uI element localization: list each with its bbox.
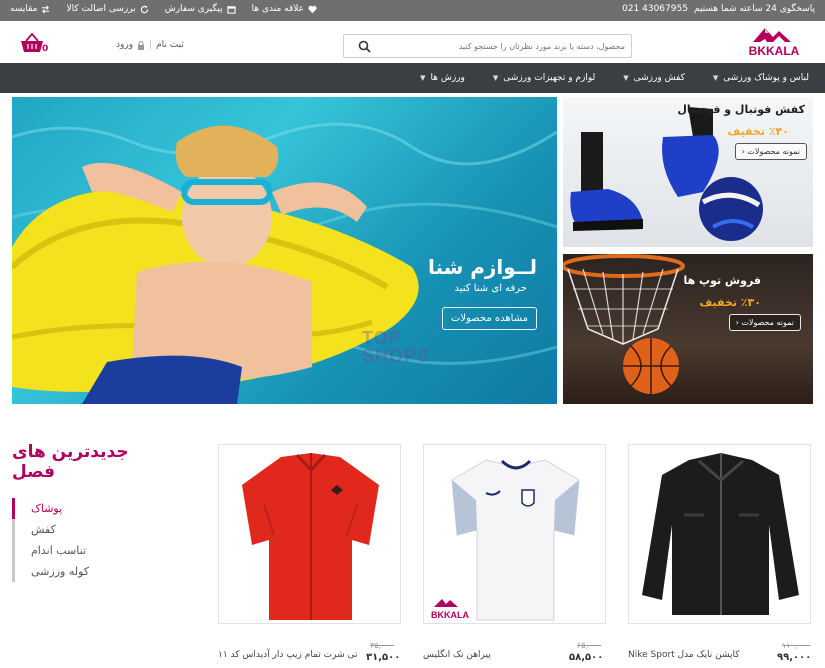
banner-watermark: TOP SHOPS xyxy=(362,328,431,366)
nav-label: لوازم و تجهیزات ورزشی xyxy=(503,73,596,83)
category-item-shoes[interactable]: کفش xyxy=(15,519,112,540)
product-old-price: ۳۵,۰۰۰ xyxy=(370,641,395,650)
cart-count: 0 xyxy=(42,44,49,54)
category-item-backpack[interactable]: کوله ورزشی xyxy=(15,561,112,582)
top-links: علاقه مندی ها پیگیری سفارش بررسی اصالت ک… xyxy=(10,4,317,14)
watermark-logo: BKKALA xyxy=(431,599,469,620)
swim-banner-subtitle: حرفه ای شنا کنید xyxy=(454,283,527,294)
cart-button[interactable]: 0 xyxy=(20,32,50,57)
wishlist-link[interactable]: علاقه مندی ها xyxy=(252,4,317,14)
nav-item-shoes[interactable]: کفش ورزشی ▼ xyxy=(623,63,685,93)
compare-link[interactable]: مقایسه xyxy=(10,4,50,14)
register-link[interactable]: ثبت نام xyxy=(156,40,184,50)
jacket-image xyxy=(642,453,799,615)
view-products-button[interactable]: مشاهده محصولات xyxy=(441,307,537,330)
product-name[interactable]: کاپشن نایک مدل Nike Sport xyxy=(628,650,740,660)
svg-text:BKKALA: BKKALA xyxy=(431,610,469,620)
product-price: ۳۱,۵۰۰ xyxy=(366,652,401,663)
nav-label: لباس و پوشاک ورزشی xyxy=(723,73,809,83)
support-phone: 021 43067955 xyxy=(622,4,688,14)
site-logo[interactable]: BKKALA xyxy=(743,24,805,58)
calendar-icon xyxy=(227,5,236,14)
refresh-icon xyxy=(140,4,148,13)
nav-item-sports[interactable]: ورزش ها ▼ xyxy=(420,63,465,93)
track-order-link[interactable]: پیگیری سفارش xyxy=(165,4,236,14)
category-item-apparel[interactable]: پوشاک xyxy=(12,498,112,519)
balls-banner-discount: ٪۳۰ تخفیف xyxy=(699,296,761,309)
support-text: پاسخگوی 24 ساعته شما هستیم xyxy=(693,4,815,14)
product-name[interactable]: تی شرت تمام زیپ دار آدیداس کد ۱۱ xyxy=(218,650,357,660)
swim-banner-title: لــوازم شنا xyxy=(427,255,537,279)
caret-down-icon: ▼ xyxy=(420,74,426,82)
authenticity-link[interactable]: بررسی اصالت کالا xyxy=(66,4,148,14)
site-header: BKKALA ثبت نام | ورود 0 xyxy=(0,21,825,63)
category-item-fitness[interactable]: تناسب اندام xyxy=(15,540,112,561)
product-price: ۹۹,۰۰۰ xyxy=(777,652,812,663)
basket-icon xyxy=(21,32,43,52)
balls-sample-button[interactable]: نمونه محصولات ‹ xyxy=(728,314,801,331)
product-old-price: ۶۵,۰۰۰ xyxy=(577,641,602,650)
swim-banner-art xyxy=(12,122,557,404)
nav-label: کفش ورزشی xyxy=(633,73,685,83)
football-banner-discount: ٪۴۰ تخفیف xyxy=(727,125,789,138)
search-box xyxy=(343,34,632,58)
newest-section-title: جدیدترین های فصل xyxy=(12,442,129,482)
balls-banner[interactable]: فروش توپ ها ٪۳۰ تخفیف نمونه محصولات ‹ xyxy=(563,254,813,404)
caret-down-icon: ▼ xyxy=(712,74,719,82)
product-price: ۵۸,۵۰۰ xyxy=(569,652,604,663)
search-input[interactable] xyxy=(375,38,625,54)
top-bar: پاسخگوی 24 ساعته شما هستیم 021 43067955 … xyxy=(0,0,825,21)
auth-links: ثبت نام | ورود xyxy=(116,40,184,50)
lock-icon xyxy=(138,40,145,50)
logo-text: BKKALA xyxy=(749,44,800,58)
caret-down-icon: ▼ xyxy=(623,74,629,82)
nav-menu: لباس و پوشاک ورزشی ▼ کفش ورزشی ▼ لوازم و ت… xyxy=(420,63,809,93)
football-banner-title: کفش فوتبال و فوتسال xyxy=(677,103,805,116)
product-name[interactable]: پیراهن تک انگلیس xyxy=(423,650,491,660)
balls-banner-title: فروش توپ ها xyxy=(683,274,761,287)
football-banner-art xyxy=(570,107,763,241)
track-order-label: پیگیری سفارش xyxy=(164,4,223,14)
main-nav: لباس و پوشاک ورزشی ▼ کفش ورزشی ▼ لوازم و ت… xyxy=(0,63,825,93)
product-card[interactable] xyxy=(218,444,401,624)
compare-label: مقایسه xyxy=(10,4,38,14)
compare-icon xyxy=(42,5,50,13)
caret-down-icon: ▼ xyxy=(492,74,499,82)
balls-sample-label: نمونه محصولات xyxy=(741,318,794,327)
auth-separator: | xyxy=(149,40,153,50)
nav-item-equipment[interactable]: لوازم و تجهیزات ورزشی ▼ xyxy=(493,63,595,93)
red-tshirt-image xyxy=(242,453,379,620)
logo-mark: BKKALA xyxy=(749,28,800,58)
category-list: پوشاک کفش تناسب اندام کوله ورزشی xyxy=(12,498,112,582)
authenticity-label: بررسی اصالت کالا xyxy=(66,4,136,14)
search-icon[interactable] xyxy=(358,40,371,53)
product-card[interactable]: BKKALA xyxy=(423,444,606,624)
login-link[interactable]: ورود xyxy=(116,40,133,50)
football-shoes-banner[interactable]: کفش فوتبال و فوتسال ٪۴۰ تخفیف نمونه محصو… xyxy=(563,97,813,247)
swim-banner[interactable]: لــوازم شنا حرفه ای شنا کنید مشاهده محصو… xyxy=(12,97,557,404)
football-sample-button[interactable]: نمونه محصولات ‹ xyxy=(734,143,807,160)
product-old-price: ۱۱۰,۰۰۰ xyxy=(782,641,811,650)
football-sample-label: نمونه محصولات xyxy=(747,147,800,156)
product-card[interactable] xyxy=(628,444,811,624)
wishlist-label: علاقه مندی ها xyxy=(251,4,305,14)
heart-icon xyxy=(308,5,317,13)
support-info: پاسخگوی 24 ساعته شما هستیم 021 43067955 xyxy=(622,4,815,14)
nav-item-sportswear[interactable]: لباس و پوشاک ورزشی ▼ xyxy=(713,63,809,93)
nav-label: ورزش ها xyxy=(430,73,465,83)
